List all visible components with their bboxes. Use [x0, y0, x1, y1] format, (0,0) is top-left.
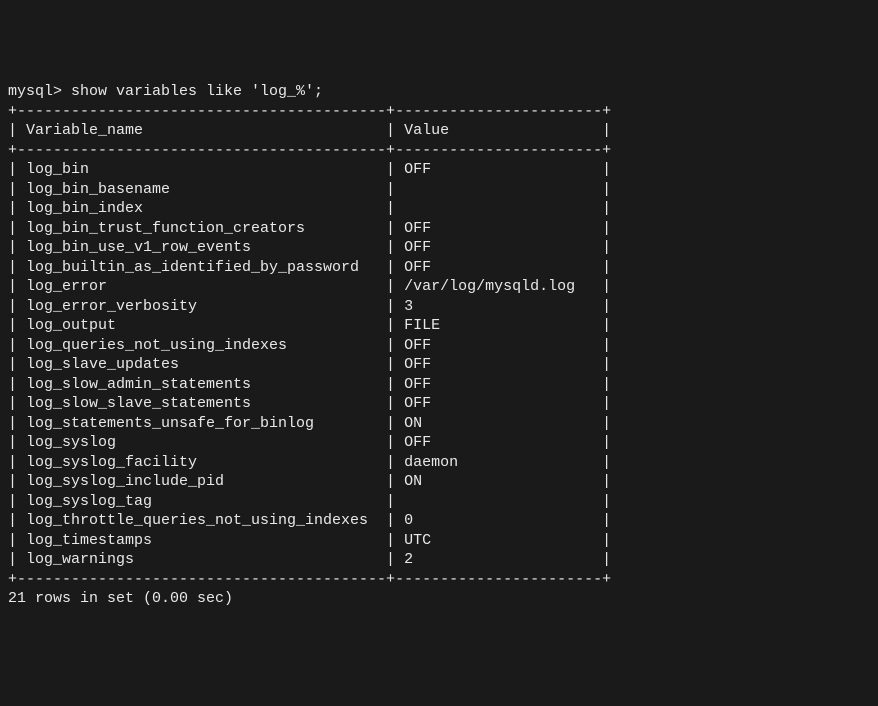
- table-row: | log_error_verbosity | 3 |: [8, 297, 870, 317]
- table-row: | log_syslog_include_pid | ON |: [8, 472, 870, 492]
- terminal-output[interactable]: mysql> show variables like 'log_%';+----…: [8, 82, 870, 609]
- table-header: | Variable_name | Value |: [8, 121, 870, 141]
- table-row: | log_bin | OFF |: [8, 160, 870, 180]
- table-row: | log_error | /var/log/mysqld.log |: [8, 277, 870, 297]
- table-row: | log_syslog | OFF |: [8, 433, 870, 453]
- table-border: +---------------------------------------…: [8, 570, 870, 590]
- table-row: | log_bin_trust_function_creators | OFF …: [8, 219, 870, 239]
- table-row: | log_syslog_facility | daemon |: [8, 453, 870, 473]
- table-row: | log_output | FILE |: [8, 316, 870, 336]
- table-row: | log_bin_basename | |: [8, 180, 870, 200]
- table-row: | log_throttle_queries_not_using_indexes…: [8, 511, 870, 531]
- table-row: | log_syslog_tag | |: [8, 492, 870, 512]
- table-row: | log_timestamps | UTC |: [8, 531, 870, 551]
- table-row: | log_queries_not_using_indexes | OFF |: [8, 336, 870, 356]
- table-row: | log_bin_index | |: [8, 199, 870, 219]
- table-row: | log_slow_admin_statements | OFF |: [8, 375, 870, 395]
- table-border: +---------------------------------------…: [8, 102, 870, 122]
- table-row: | log_slave_updates | OFF |: [8, 355, 870, 375]
- table-row: | log_statements_unsafe_for_binlog | ON …: [8, 414, 870, 434]
- table-border: +---------------------------------------…: [8, 141, 870, 161]
- command-line: mysql> show variables like 'log_%';: [8, 82, 870, 102]
- result-footer: 21 rows in set (0.00 sec): [8, 589, 870, 609]
- table-row: | log_bin_use_v1_row_events | OFF |: [8, 238, 870, 258]
- table-row: | log_builtin_as_identified_by_password …: [8, 258, 870, 278]
- table-row: | log_slow_slave_statements | OFF |: [8, 394, 870, 414]
